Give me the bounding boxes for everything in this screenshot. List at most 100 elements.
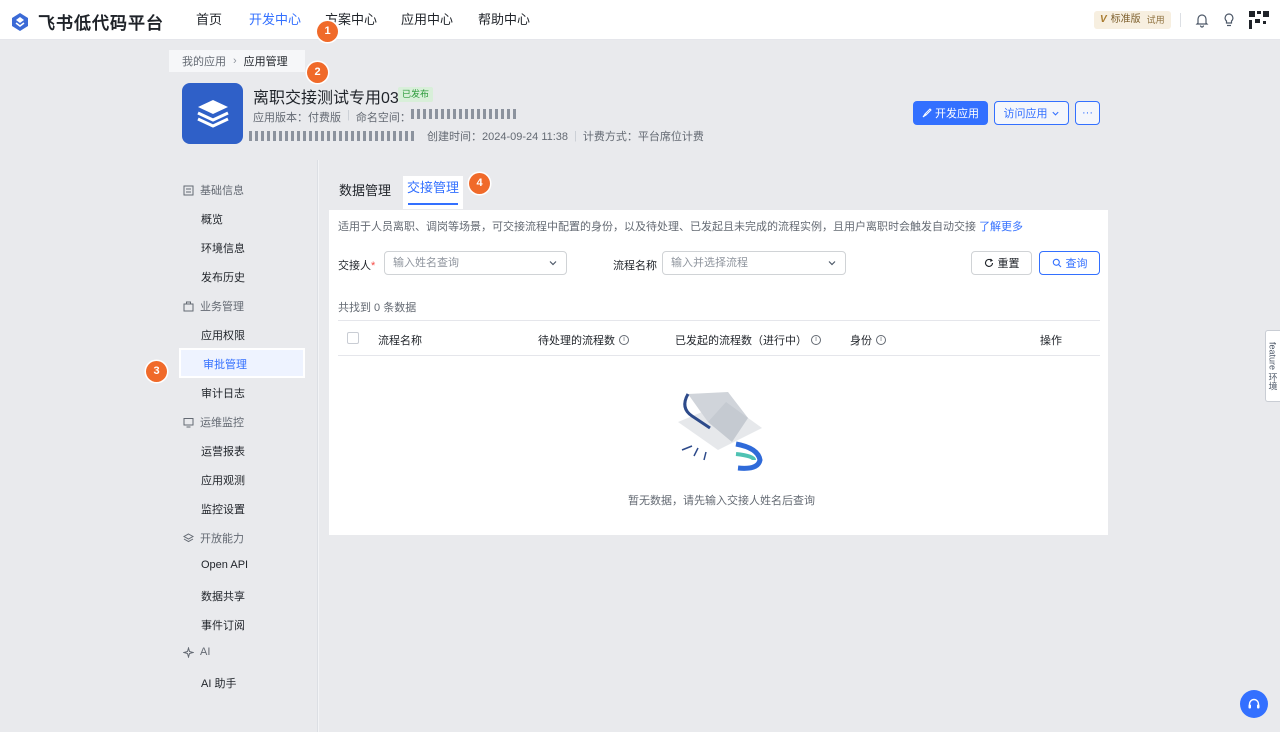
info-icon[interactable]: i — [811, 335, 821, 345]
sidebar-group-open: 开放能力 — [183, 530, 244, 546]
sidebar-group-label: 开放能力 — [200, 533, 244, 545]
empty-box-icon — [678, 392, 763, 471]
sidebar-group-business: 业务管理 — [183, 298, 244, 314]
receiver-select[interactable]: 输入姓名查询 — [384, 251, 567, 275]
sidebar-item-release-history[interactable]: 发布历史 — [201, 269, 245, 285]
app-meta-row: 应用版本：付费版 | 命名空间： — [253, 109, 519, 125]
stack-icon — [183, 532, 194, 542]
column-started-count: 已发起的流程数（进行中） i — [675, 332, 821, 348]
app-icon — [182, 83, 243, 144]
sidebar-item-ai-assistant[interactable]: AI 助手 — [201, 675, 236, 691]
nav-app-center[interactable]: 应用中心 — [401, 0, 453, 40]
sidebar-item-open-api[interactable]: Open API — [201, 559, 248, 571]
chevron-down-icon — [1051, 111, 1059, 116]
column-actions: 操作 — [1040, 332, 1062, 348]
column-identity: 身份 i — [850, 332, 886, 348]
nav-dev-center[interactable]: 开发中心 — [233, 6, 318, 34]
info-icon[interactable]: i — [876, 335, 886, 345]
app-meta-row-2: 创建时间：2024-09-24 11:38 | 计费方式：平台席位计费 — [249, 128, 704, 144]
required-mark: * — [371, 260, 376, 272]
visit-app-button[interactable]: 访问应用 — [994, 101, 1069, 125]
namespace-redacted — [410, 109, 519, 119]
app-version: 应用版本：付费版 — [253, 112, 341, 124]
briefcase-icon — [183, 301, 194, 311]
result-count: 共找到 0 条数据 — [338, 302, 417, 314]
column-label: 已发起的流程数（进行中） — [675, 335, 807, 347]
headset-icon — [1248, 698, 1260, 709]
tab-data-management[interactable]: 数据管理 — [339, 180, 391, 199]
visit-app-label: 访问应用 — [1003, 108, 1048, 120]
document-icon — [183, 185, 194, 195]
column-label: 待处理的流程数 — [538, 335, 615, 347]
select-all-checkbox[interactable] — [347, 332, 359, 344]
chevron-down-icon — [549, 261, 557, 266]
sidebar-item-audit-log[interactable]: 审计日志 — [201, 385, 245, 401]
rocket-icon — [922, 108, 932, 118]
sidebar — [0, 160, 318, 732]
plan-label: 标准版 — [1110, 14, 1141, 25]
column-label: 操作 — [1040, 335, 1062, 347]
description-text: 适用于人员离职、调岗等场景，可交接流程中配置的身份，以及待处理、已发起且未完成的… — [338, 221, 976, 233]
refresh-icon — [984, 258, 993, 267]
step-marker-2: 2 — [307, 62, 328, 83]
sidebar-item-app-observe[interactable]: 应用观测 — [201, 472, 245, 488]
handover-description: 适用于人员离职、调岗等场景，可交接流程中配置的身份，以及待处理、已发起且未完成的… — [338, 218, 1023, 234]
app-billing: 计费方式：平台席位计费 — [582, 131, 704, 143]
plan-badge[interactable]: V 标准版 试用 — [1094, 11, 1171, 29]
plan-v-icon: V — [1100, 14, 1107, 25]
flow-placeholder: 输入并选择流程 — [671, 257, 748, 269]
top-divider — [1180, 13, 1181, 27]
query-button[interactable]: 查询 — [1039, 251, 1100, 275]
nav-help-center[interactable]: 帮助中心 — [478, 0, 530, 40]
learn-more-link[interactable]: 了解更多 — [979, 221, 1023, 233]
sidebar-group-label: 运维监控 — [200, 417, 244, 429]
sidebar-item-event-subscribe[interactable]: 事件订阅 — [201, 617, 245, 633]
column-label: 流程名称 — [378, 335, 422, 347]
tab-active-underline — [408, 203, 458, 205]
sidebar-group-label: 基础信息 — [200, 185, 244, 197]
chevron-right-icon: › — [233, 55, 237, 67]
more-icon: ··· — [1082, 107, 1093, 119]
chevron-down-icon — [828, 261, 836, 266]
sidebar-item-approval[interactable]: 审批管理 — [179, 348, 305, 378]
brand-name: 飞书低代码平台 — [38, 14, 164, 33]
receiver-label: 交接人* — [338, 257, 375, 273]
reset-button[interactable]: 重置 — [971, 251, 1032, 275]
query-label: 查询 — [1065, 258, 1088, 270]
lightbulb-icon[interactable] — [1221, 12, 1237, 28]
breadcrumb-parent[interactable]: 我的应用 — [182, 53, 226, 69]
brand-logo[interactable]: 飞书低代码平台 — [10, 9, 164, 34]
help-button[interactable] — [1240, 690, 1268, 718]
sidebar-item-overview[interactable]: 概览 — [201, 211, 223, 227]
more-actions-button[interactable]: ··· — [1075, 101, 1100, 125]
brand-logo-icon — [12, 12, 28, 31]
develop-app-label: 开发应用 — [935, 108, 979, 120]
sidebar-item-env-info[interactable]: 环境信息 — [201, 240, 245, 256]
sidebar-item-app-permission[interactable]: 应用权限 — [201, 327, 245, 343]
sidebar-item-ops-report[interactable]: 运营报表 — [201, 443, 245, 459]
table-header: 流程名称 待处理的流程数 i 已发起的流程数（进行中） i 身份 i 操作 — [338, 320, 1100, 356]
step-marker-1: 1 — [317, 21, 338, 42]
app-id-redacted — [249, 131, 417, 141]
reset-label: 重置 — [997, 258, 1020, 270]
sidebar-item-monitor-settings[interactable]: 监控设置 — [201, 501, 245, 517]
step-marker-3: 3 — [146, 361, 167, 382]
bell-icon[interactable] — [1194, 12, 1210, 28]
avatar-icon[interactable] — [1248, 9, 1270, 31]
info-icon[interactable]: i — [619, 335, 629, 345]
column-pending-count: 待处理的流程数 i — [538, 332, 629, 348]
breadcrumb-current: 应用管理 — [243, 56, 288, 68]
column-flow-name: 流程名称 — [378, 332, 422, 348]
nav-home[interactable]: 首页 — [196, 0, 222, 40]
plan-trial: 试用 — [1146, 15, 1165, 25]
status-badge: 已发布 — [398, 87, 434, 102]
sidebar-group-basic: 基础信息 — [183, 182, 244, 198]
sidebar-item-data-share[interactable]: 数据共享 — [201, 588, 245, 604]
breadcrumb: 我的应用 › 应用管理 — [169, 50, 305, 72]
empty-state-text: 暂无数据，请先输入交接人姓名后查询 — [628, 495, 815, 507]
feature-env-tab[interactable]: feature 环境 — [1265, 330, 1280, 402]
sidebar-group-ops: 运维监控 — [183, 414, 244, 430]
develop-app-button[interactable]: 开发应用 — [913, 101, 988, 125]
flow-name-select[interactable]: 输入并选择流程 — [662, 251, 846, 275]
flow-name-label: 流程名称 — [613, 260, 657, 272]
